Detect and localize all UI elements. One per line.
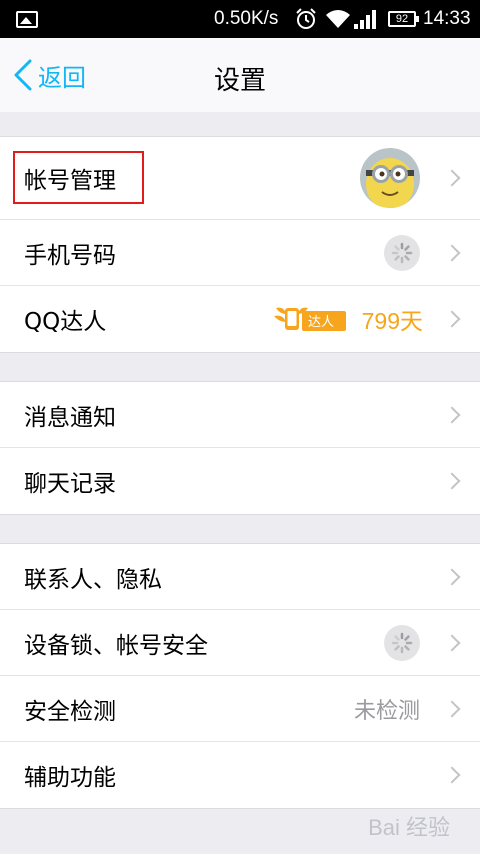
device-lock-row[interactable]: 设备锁、帐号安全 xyxy=(0,610,480,676)
accessibility-row[interactable]: 辅助功能 xyxy=(0,742,480,808)
phone-number-row[interactable]: 手机号码 xyxy=(0,220,480,286)
row-label: 联系人、隐私 xyxy=(24,566,162,593)
chevron-right-icon xyxy=(443,169,461,187)
row-label: QQ达人 xyxy=(24,309,107,335)
chevron-right-icon xyxy=(443,568,461,585)
picture-icon xyxy=(16,11,38,28)
wifi-icon xyxy=(326,10,350,28)
security-status: 未检测 xyxy=(353,698,420,724)
chevron-right-icon xyxy=(443,634,461,651)
title-bar: 返回 设置 xyxy=(0,38,480,112)
qq-expert-badge-icon: 达人 xyxy=(274,304,346,334)
row-label: 设备锁、帐号安全 xyxy=(24,632,208,659)
annotation-highlight-box xyxy=(13,151,144,204)
row-label: 手机号码 xyxy=(24,242,116,269)
network-speed: 0.50K/s xyxy=(214,8,279,29)
chat-history-row[interactable]: 聊天记录 xyxy=(0,448,480,514)
row-label: 辅助功能 xyxy=(24,765,116,791)
chevron-right-icon xyxy=(443,472,461,490)
contacts-privacy-row[interactable]: 联系人、隐私 xyxy=(0,544,480,610)
qq-expert-row[interactable]: QQ达人 达人 799天 xyxy=(0,286,480,352)
row-label: 聊天记录 xyxy=(24,471,116,497)
loading-spinner-icon xyxy=(384,234,420,271)
row-label: 消息通知 xyxy=(24,404,116,431)
row-label: 安全检测 xyxy=(24,698,116,725)
avatar xyxy=(360,148,420,208)
security-check-row[interactable]: 安全检测 未检测 xyxy=(0,676,480,742)
qq-days-value: 799天 xyxy=(361,308,423,334)
clock: 14:33 xyxy=(423,8,471,29)
status-bar: 0.50K/s 92 14:33 xyxy=(0,0,480,38)
chevron-right-icon xyxy=(443,766,461,784)
signal-icon xyxy=(354,10,376,29)
messages-group: 消息通知 聊天记录 xyxy=(0,381,480,515)
privacy-group: 联系人、隐私 设备锁、帐号安全 安全检测 未检测 辅助功能 xyxy=(0,543,480,809)
watermark: Bai 经验 xyxy=(368,815,450,840)
badge-text: 达人 xyxy=(308,315,335,330)
battery-icon: 92 xyxy=(388,11,419,27)
chevron-right-icon xyxy=(443,700,461,717)
alarm-icon xyxy=(296,8,316,29)
page-title: 设置 xyxy=(213,66,266,96)
chevron-right-icon xyxy=(443,406,461,423)
loading-spinner-icon xyxy=(384,624,420,661)
notifications-row[interactable]: 消息通知 xyxy=(0,382,480,448)
chevron-right-icon xyxy=(443,310,461,328)
chevron-right-icon xyxy=(443,244,461,261)
